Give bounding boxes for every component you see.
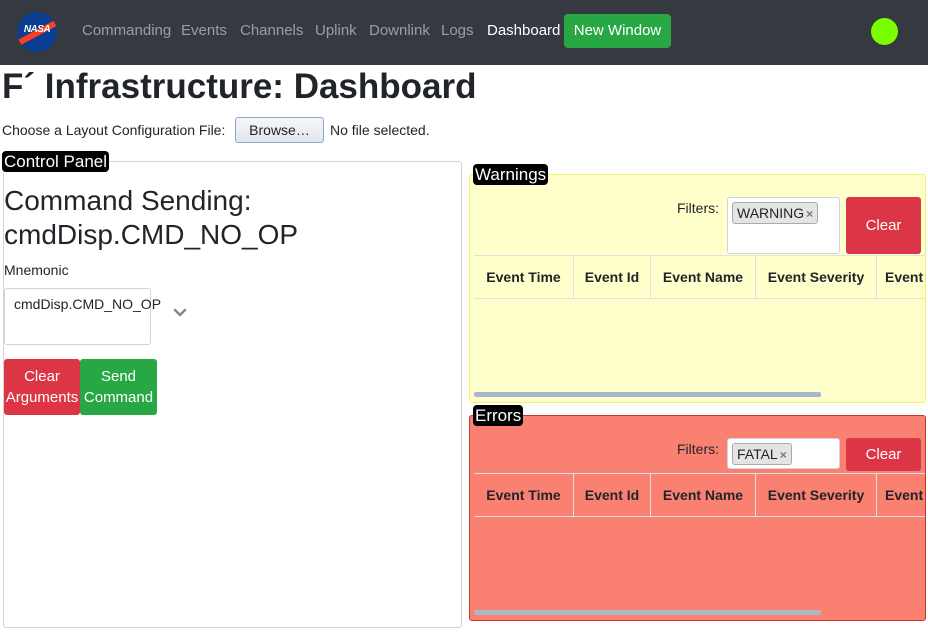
browse-button[interactable]: Browse…: [235, 117, 324, 143]
warnings-filter-input[interactable]: WARNING ×: [727, 197, 840, 254]
warnings-clear-button[interactable]: Clear: [846, 197, 921, 254]
nav-link-channels[interactable]: Channels: [240, 22, 303, 39]
errors-col-event-id[interactable]: Event Id: [574, 474, 651, 516]
layout-config-label: Choose a Layout Configuration File:: [2, 122, 226, 138]
clear-arguments-button[interactable]: Clear Arguments: [4, 359, 80, 415]
command-sending-heading: Command Sending: cmdDisp.CMD_NO_OP: [4, 185, 299, 250]
warnings-col-event-id[interactable]: Event Id: [574, 256, 651, 298]
warnings-col-event-description[interactable]: Event Description: [877, 256, 925, 298]
warnings-horizontal-scrollbar[interactable]: [474, 392, 821, 397]
warnings-legend: Warnings: [473, 164, 549, 185]
no-file-text: No file selected.: [330, 122, 430, 138]
nav-link-downlink[interactable]: Downlink: [369, 22, 430, 39]
nav-link-commanding[interactable]: Commanding: [82, 22, 171, 39]
logo-text: NASA: [23, 24, 51, 35]
chevron-down-icon[interactable]: [173, 306, 187, 320]
connection-status-indicator: [871, 18, 898, 45]
warnings-filter-tag: WARNING ×: [732, 202, 819, 224]
nav-link-dashboard[interactable]: Dashboard: [487, 22, 560, 39]
errors-panel: Filters: FATAL × Clear Event Time Event I…: [469, 415, 926, 621]
navbar: NASA Commanding Events Channels Uplink D…: [0, 0, 928, 65]
mnemonic-select[interactable]: cmdDisp.CMD_NO_OP: [4, 288, 161, 345]
warnings-panel: Filters: WARNING × Clear Event Time Event…: [469, 174, 926, 403]
errors-filter-tag-text: FATAL: [737, 446, 778, 462]
mnemonic-label: Mnemonic: [4, 262, 69, 278]
page-title: F´ Infrastructure: Dashboard: [2, 67, 477, 106]
errors-legend: Errors: [473, 405, 524, 426]
errors-table-header: Event Time Event Id Event Name Event Sev…: [474, 473, 925, 517]
errors-horizontal-scrollbar[interactable]: [474, 610, 821, 615]
tag-remove-icon[interactable]: ×: [806, 207, 813, 221]
errors-filters-label: Filters:: [677, 441, 719, 457]
errors-col-event-time[interactable]: Event Time: [474, 474, 574, 516]
errors-clear-button[interactable]: Clear: [846, 438, 921, 471]
warnings-filter-tag-text: WARNING: [737, 205, 805, 221]
errors-col-event-severity[interactable]: Event Severity: [756, 474, 877, 516]
nav-link-events[interactable]: Events: [181, 22, 227, 39]
warnings-col-event-time[interactable]: Event Time: [474, 256, 574, 298]
warnings-filters-label: Filters:: [677, 200, 719, 216]
control-panel-legend: Control Panel: [2, 151, 110, 172]
nav-link-logs[interactable]: Logs: [441, 22, 474, 39]
nav-link-uplink[interactable]: Uplink: [315, 22, 357, 39]
errors-col-event-description[interactable]: Event Description: [877, 474, 925, 516]
warnings-col-event-severity[interactable]: Event Severity: [756, 256, 877, 298]
warnings-col-event-name[interactable]: Event Name: [651, 256, 756, 298]
warnings-table-header: Event Time Event Id Event Name Event Sev…: [474, 255, 925, 299]
nasa-logo-icon[interactable]: NASA: [17, 12, 57, 52]
errors-filter-input[interactable]: FATAL ×: [727, 438, 840, 469]
tag-remove-icon[interactable]: ×: [780, 448, 787, 462]
errors-col-event-name[interactable]: Event Name: [651, 474, 756, 516]
send-command-button[interactable]: Send Command: [80, 359, 157, 415]
new-window-button[interactable]: New Window: [564, 14, 671, 48]
errors-filter-tag: FATAL ×: [732, 443, 792, 465]
